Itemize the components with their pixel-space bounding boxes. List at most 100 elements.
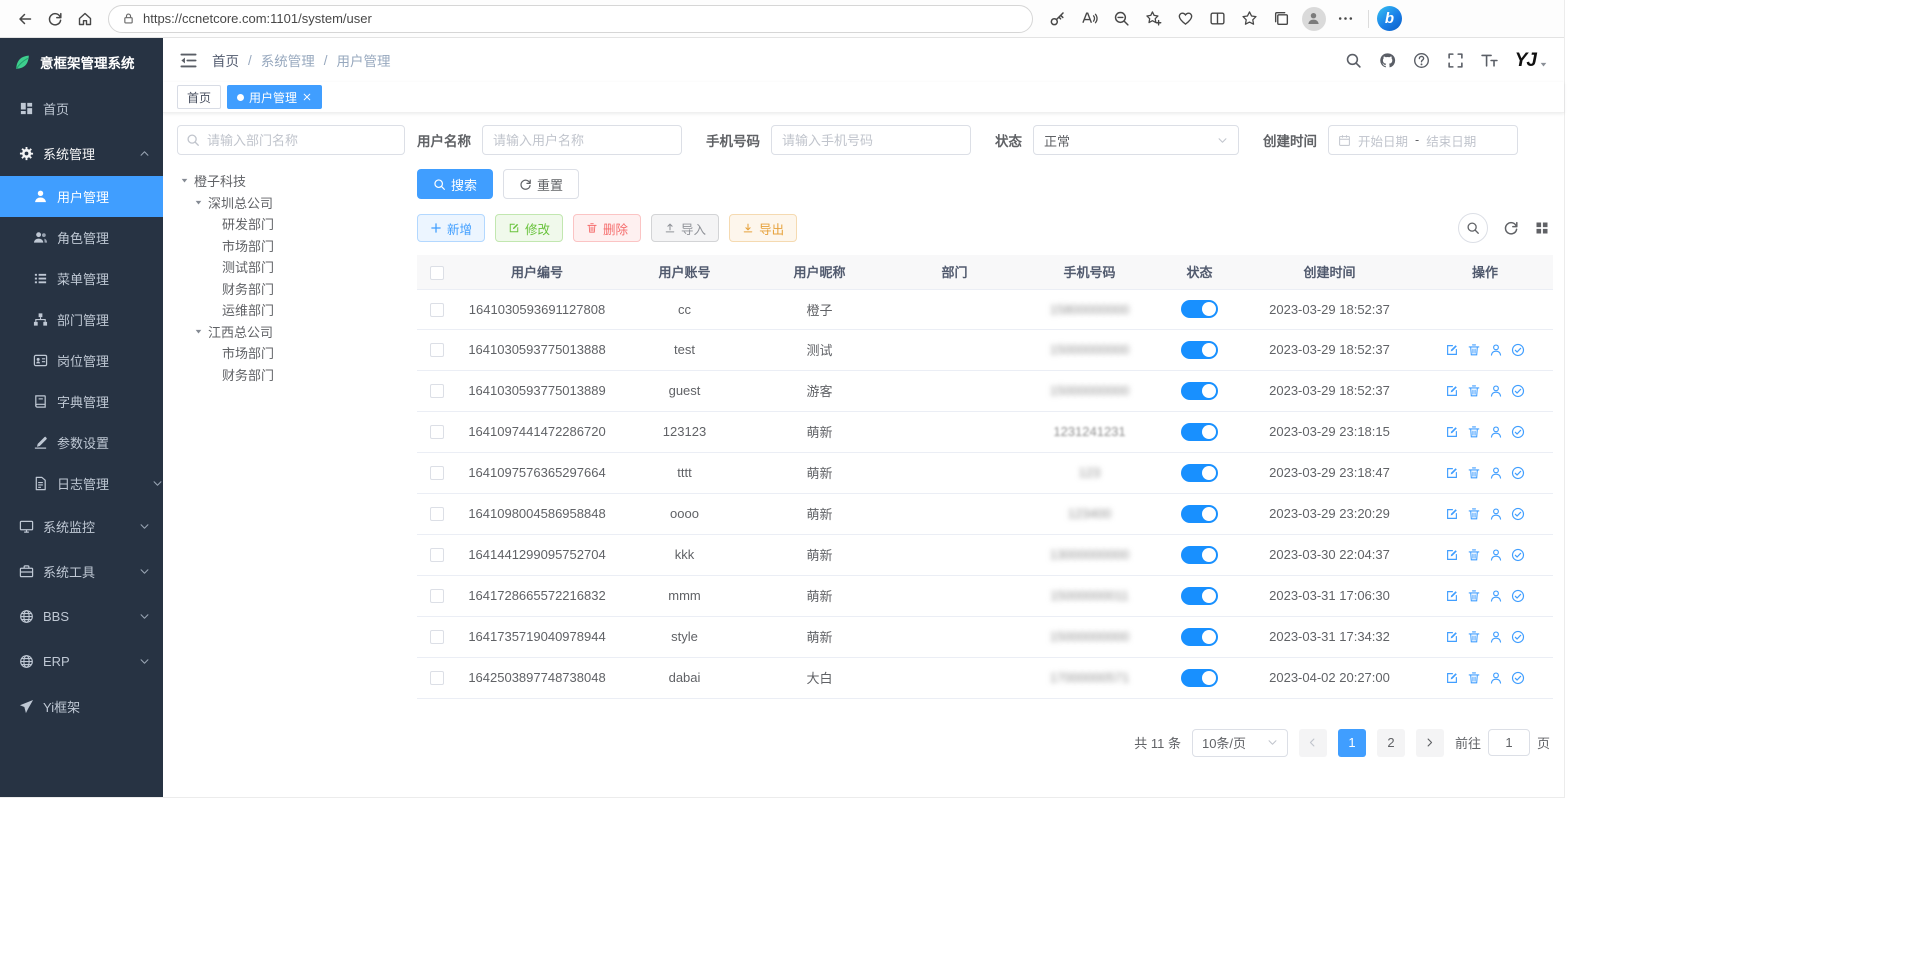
tree-node-company-root[interactable]: 橙子科技: [177, 170, 405, 192]
row-checkbox[interactable]: [430, 548, 444, 562]
status-toggle-on[interactable]: [1181, 505, 1218, 523]
goto-page-input[interactable]: [1488, 729, 1530, 756]
status-toggle-on[interactable]: [1181, 464, 1218, 482]
edit-icon[interactable]: [1445, 343, 1459, 357]
sidebar-item-user-mgmt[interactable]: 用户管理: [0, 176, 163, 217]
back-button[interactable]: [10, 4, 40, 34]
edit-icon[interactable]: [1445, 425, 1459, 439]
import-button[interactable]: 导入: [651, 214, 719, 242]
sidebar-item-param-settings[interactable]: 参数设置: [0, 422, 163, 463]
edit-icon[interactable]: [1445, 384, 1459, 398]
export-button[interactable]: 导出: [729, 214, 797, 242]
font-size-icon[interactable]: [1481, 52, 1498, 69]
delete-icon[interactable]: [1467, 548, 1481, 562]
assign-role-icon[interactable]: [1511, 466, 1525, 480]
page-button-1[interactable]: 1: [1338, 729, 1366, 757]
delete-icon[interactable]: [1467, 507, 1481, 521]
browser-essentials-icon[interactable]: [1171, 4, 1200, 33]
dept-search-input[interactable]: [177, 125, 405, 155]
collections-icon[interactable]: [1267, 4, 1296, 33]
status-toggle-on[interactable]: [1181, 382, 1218, 400]
assign-role-icon[interactable]: [1511, 589, 1525, 603]
sidebar-item-log-mgmt[interactable]: 日志管理: [0, 463, 163, 504]
edit-icon[interactable]: [1445, 630, 1459, 644]
bing-icon[interactable]: b: [1377, 6, 1402, 31]
caret-down-icon[interactable]: [194, 198, 203, 207]
tree-node-branch[interactable]: 江西总公司: [177, 321, 405, 343]
reset-password-icon[interactable]: [1489, 343, 1503, 357]
sidebar-item-bbs[interactable]: BBS: [0, 594, 163, 639]
sidebar-fold-icon[interactable]: [179, 51, 198, 70]
assign-role-icon[interactable]: [1511, 548, 1525, 562]
favorites-add-icon[interactable]: [1139, 4, 1168, 33]
sidebar-item-monitor[interactable]: 系统监控: [0, 504, 163, 549]
reset-password-icon[interactable]: [1489, 671, 1503, 685]
edit-icon[interactable]: [1445, 466, 1459, 480]
refresh-icon[interactable]: [1503, 220, 1519, 236]
delete-icon[interactable]: [1467, 384, 1481, 398]
tree-node-dept[interactable]: 研发部门: [177, 213, 405, 235]
search-icon[interactable]: [1345, 52, 1362, 69]
edit-icon[interactable]: [1445, 589, 1459, 603]
reset-password-icon[interactable]: [1489, 630, 1503, 644]
add-button[interactable]: 新增: [417, 214, 485, 242]
assign-role-icon[interactable]: [1511, 671, 1525, 685]
sidebar-item-menu-mgmt[interactable]: 菜单管理: [0, 258, 163, 299]
row-checkbox[interactable]: [430, 630, 444, 644]
tree-node-dept[interactable]: 测试部门: [177, 256, 405, 278]
status-toggle-on[interactable]: [1181, 341, 1218, 359]
sidebar-item-role-mgmt[interactable]: 角色管理: [0, 217, 163, 258]
password-key-icon[interactable]: [1043, 4, 1072, 33]
select-all-checkbox[interactable]: [430, 266, 444, 280]
status-toggle-on[interactable]: [1181, 546, 1218, 564]
assign-role-icon[interactable]: [1511, 425, 1525, 439]
reset-password-icon[interactable]: [1489, 589, 1503, 603]
row-checkbox[interactable]: [430, 425, 444, 439]
profile-avatar[interactable]: [1299, 4, 1328, 33]
caret-down-icon[interactable]: [180, 176, 189, 185]
reset-button[interactable]: 重置: [503, 169, 579, 199]
phone-input[interactable]: [771, 125, 971, 155]
home-button[interactable]: [70, 4, 100, 34]
sidebar-item-dict-mgmt[interactable]: 字典管理: [0, 381, 163, 422]
tree-node-dept[interactable]: 财务部门: [177, 364, 405, 386]
column-grid-icon[interactable]: [1534, 220, 1550, 236]
date-range-picker[interactable]: 开始日期 - 结束日期: [1328, 125, 1518, 155]
edit-icon[interactable]: [1445, 548, 1459, 562]
sidebar-item-yi-framework[interactable]: Yi框架: [0, 684, 163, 729]
sidebar-item-erp[interactable]: ERP: [0, 639, 163, 684]
prev-page-button[interactable]: [1299, 729, 1327, 757]
delete-icon[interactable]: [1467, 343, 1481, 357]
page-button-2[interactable]: 2: [1377, 729, 1405, 757]
status-toggle-on[interactable]: [1181, 628, 1218, 646]
row-checkbox[interactable]: [430, 343, 444, 357]
tree-node-dept[interactable]: 运维部门: [177, 299, 405, 321]
assign-role-icon[interactable]: [1511, 384, 1525, 398]
tree-node-dept[interactable]: 财务部门: [177, 278, 405, 300]
reset-password-icon[interactable]: [1489, 466, 1503, 480]
reset-password-icon[interactable]: [1489, 425, 1503, 439]
favorites-icon[interactable]: [1235, 4, 1264, 33]
tab-user-mgmt[interactable]: 用户管理: [227, 85, 322, 109]
toggle-search-icon[interactable]: [1458, 213, 1488, 243]
row-checkbox[interactable]: [430, 671, 444, 685]
sidebar-item-dept-mgmt[interactable]: 部门管理: [0, 299, 163, 340]
tab-home[interactable]: 首页: [177, 85, 221, 109]
reset-password-icon[interactable]: [1489, 507, 1503, 521]
next-page-button[interactable]: [1416, 729, 1444, 757]
caret-down-icon[interactable]: [194, 327, 203, 336]
more-menu-icon[interactable]: [1331, 4, 1360, 33]
reset-password-icon[interactable]: [1489, 548, 1503, 562]
split-screen-icon[interactable]: [1203, 4, 1232, 33]
fullscreen-icon[interactable]: [1447, 52, 1464, 69]
delete-icon[interactable]: [1467, 425, 1481, 439]
delete-icon[interactable]: [1467, 589, 1481, 603]
assign-role-icon[interactable]: [1511, 507, 1525, 521]
status-toggle-on[interactable]: [1181, 669, 1218, 687]
user-avatar-menu[interactable]: YJ: [1515, 51, 1548, 70]
address-bar[interactable]: https://ccnetcore.com:1101/system/user: [108, 5, 1033, 33]
sidebar-item-post-mgmt[interactable]: 岗位管理: [0, 340, 163, 381]
row-checkbox[interactable]: [430, 384, 444, 398]
row-checkbox[interactable]: [430, 589, 444, 603]
assign-role-icon[interactable]: [1511, 343, 1525, 357]
